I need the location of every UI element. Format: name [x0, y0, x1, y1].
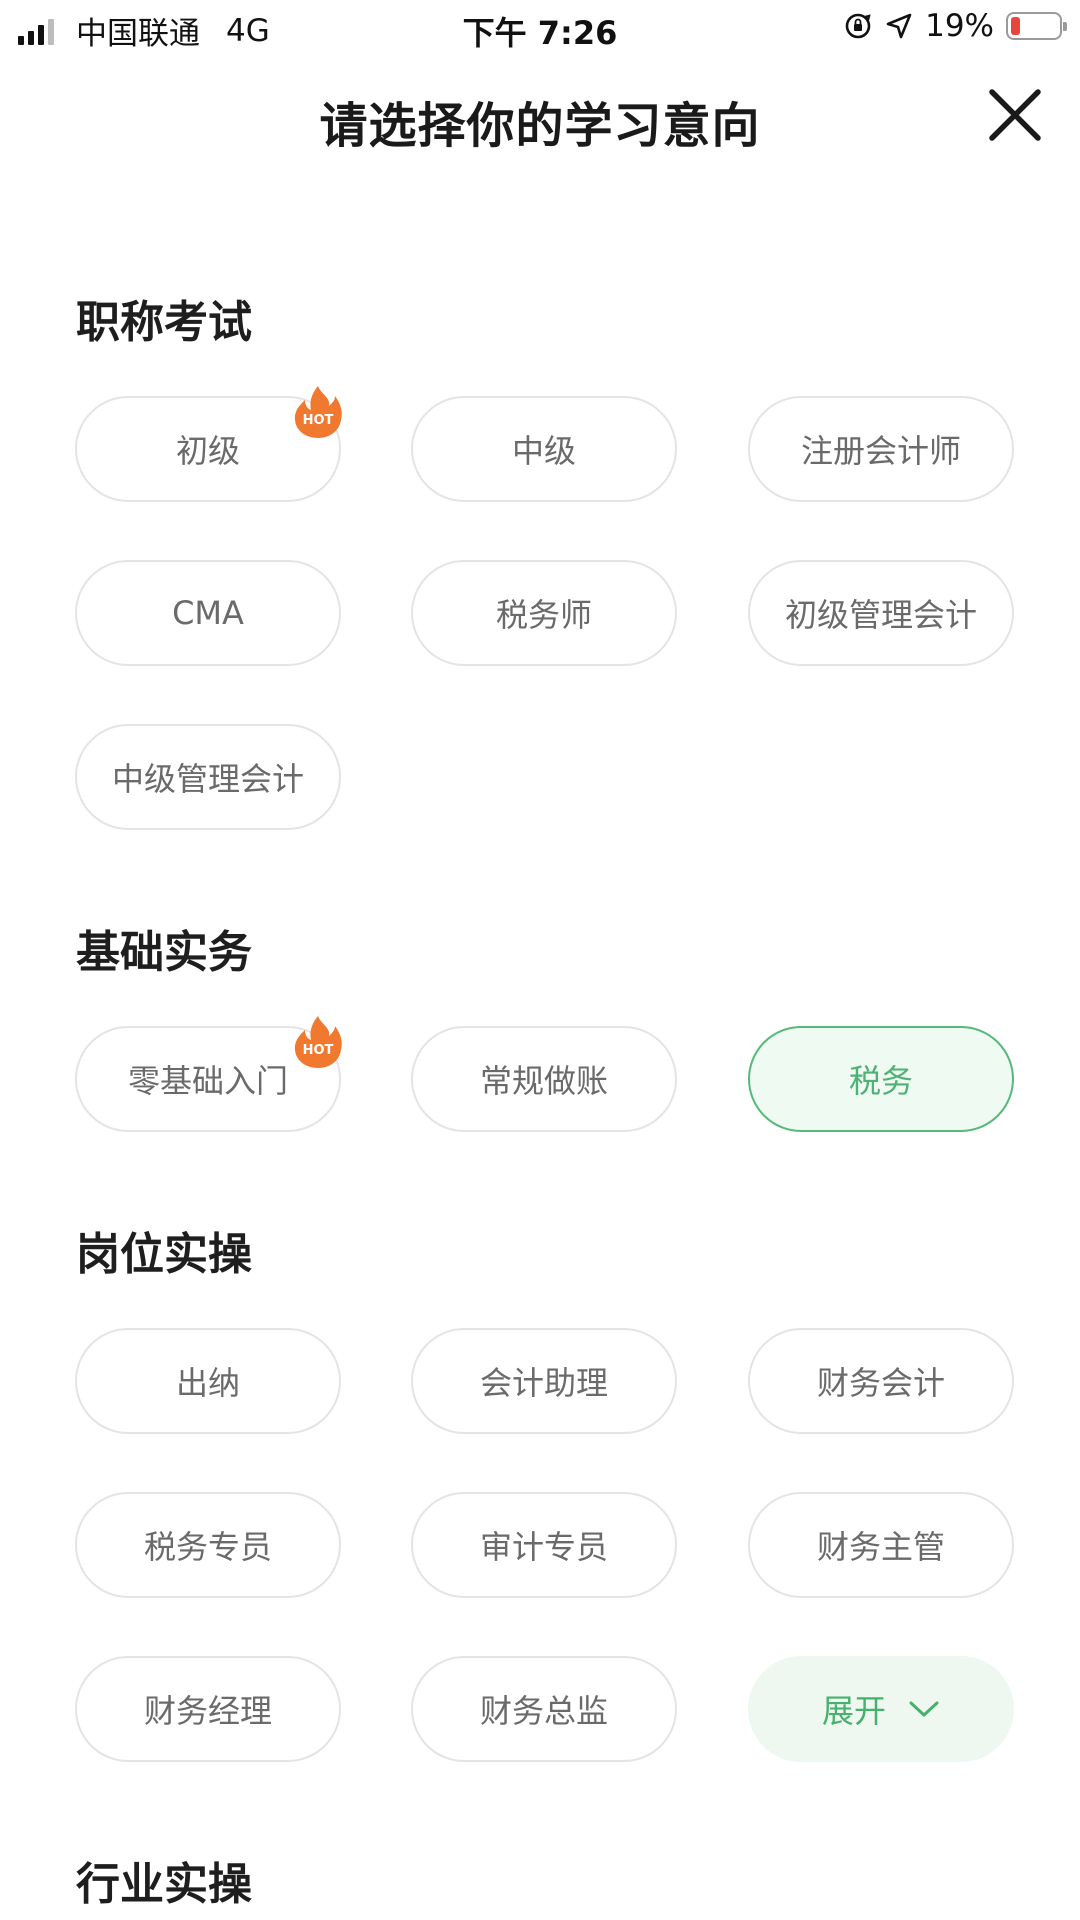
location-arrow-icon — [886, 13, 912, 39]
svg-text:HOT: HOT — [303, 1043, 334, 1058]
chip-accounting-assistant[interactable]: 会计助理 — [411, 1328, 677, 1434]
svg-text:HOT: HOT — [303, 413, 334, 428]
chip-label: CMA — [172, 594, 244, 632]
orientation-lock-icon — [845, 13, 871, 39]
chip-cpa[interactable]: 注册会计师 — [748, 396, 1014, 502]
chip-tax-specialist[interactable]: 税务专员 — [75, 1492, 341, 1598]
section-title-job-practice: 岗位实操 — [76, 1229, 252, 1280]
close-button[interactable] — [986, 86, 1044, 144]
chip-bookkeeping[interactable]: 常规做账 — [411, 1026, 677, 1132]
chip-financial-accountant[interactable]: 财务会计 — [748, 1328, 1014, 1434]
battery-icon — [1006, 12, 1067, 40]
chip-label: 零基础入门 — [127, 1062, 288, 1100]
chip-audit-specialist[interactable]: 审计专员 — [411, 1492, 677, 1598]
status-bar: 中国联通 4G 下午 7:26 19% — [0, 0, 1080, 56]
screen: 中国联通 4G 下午 7:26 19% 请选择你的学习意向 职称考试 初级 HO… — [0, 0, 1080, 1920]
battery-percent: 19% — [925, 8, 994, 44]
page-title: 请选择你的学习意向 — [319, 98, 761, 154]
chip-finance-supervisor[interactable]: 财务主管 — [748, 1492, 1014, 1598]
chip-label: 财务会计 — [816, 1364, 945, 1402]
section-title-industry-practice: 行业实操 — [76, 1859, 252, 1910]
chip-label: 出纳 — [175, 1364, 240, 1402]
chip-beginner[interactable]: 零基础入门 HOT — [75, 1016, 342, 1132]
chip-label: 常规做账 — [479, 1062, 608, 1100]
hot-flame-icon: HOT — [294, 386, 342, 438]
chip-label: 会计助理 — [479, 1364, 608, 1402]
chip-intermediate-management-accounting[interactable]: 中级管理会计 — [75, 724, 341, 830]
chip-tax-selected[interactable]: 税务 — [748, 1026, 1014, 1132]
chip-zhongji[interactable]: 中级 — [411, 396, 677, 502]
section-title-basic-practice: 基础实务 — [76, 927, 252, 978]
status-right: 19% — [843, 8, 1067, 44]
chip-finance-manager[interactable]: 财务经理 — [75, 1656, 341, 1762]
close-icon — [989, 89, 1041, 141]
chip-cashier[interactable]: 出纳 — [75, 1328, 341, 1434]
chip-chuji[interactable]: 初级 HOT — [75, 386, 342, 502]
chip-label: 中级 — [511, 432, 576, 470]
chip-label: 注册会计师 — [800, 432, 961, 470]
chip-label: 财务主管 — [816, 1528, 945, 1566]
chip-label: 税务 — [848, 1062, 913, 1100]
chip-cma[interactable]: CMA — [75, 560, 341, 666]
expand-label: 展开 — [821, 1692, 886, 1730]
chip-label: 财务经理 — [143, 1692, 272, 1730]
hot-flame-icon: HOT — [294, 1016, 342, 1068]
chip-label: 审计专员 — [479, 1528, 608, 1566]
chip-label: 税务师 — [495, 596, 592, 634]
section-title-professional-exams: 职称考试 — [76, 297, 252, 348]
chip-label: 中级管理会计 — [111, 760, 304, 798]
battery-level — [1011, 17, 1020, 35]
chip-label: 初级管理会计 — [784, 596, 977, 634]
chip-label: 税务专员 — [143, 1528, 272, 1566]
chip-junior-management-accounting[interactable]: 初级管理会计 — [748, 560, 1014, 666]
chip-tax-advisor[interactable]: 税务师 — [411, 560, 677, 666]
chip-cfo[interactable]: 财务总监 — [411, 1656, 677, 1762]
expand-button[interactable]: 展开 — [748, 1656, 1014, 1762]
chip-label: 初级 — [175, 432, 240, 470]
header: 请选择你的学习意向 — [0, 72, 1080, 162]
chevron-down-icon — [909, 1701, 939, 1717]
chip-label: 财务总监 — [479, 1692, 608, 1730]
